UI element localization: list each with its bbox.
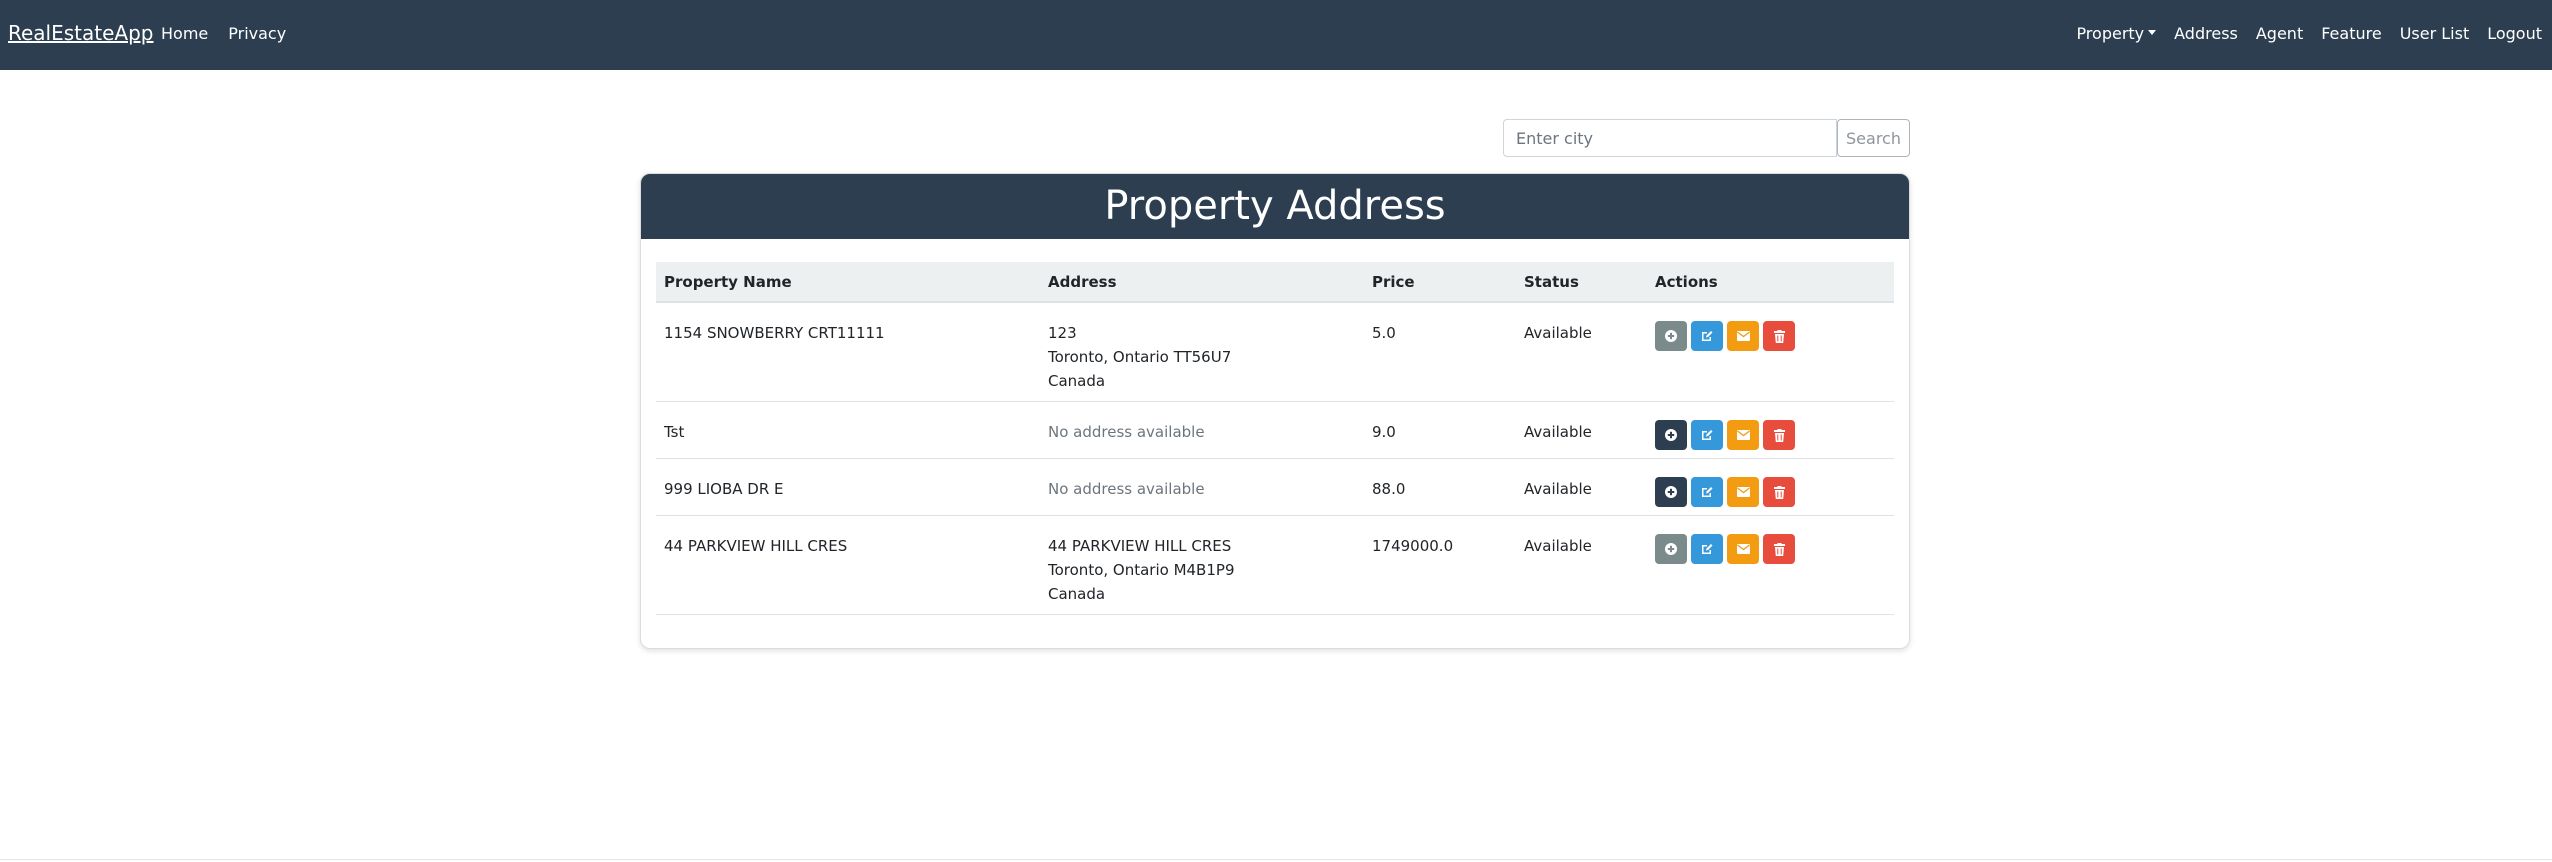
nav-user-list-link[interactable]: User List: [2400, 24, 2470, 43]
edit-button[interactable]: [1691, 477, 1723, 507]
status-cell: Available: [1516, 302, 1647, 402]
address-line: Toronto, Ontario M4B1P9: [1048, 561, 1235, 579]
actions-cell: [1647, 302, 1894, 402]
header-address: Address: [1040, 262, 1364, 303]
nav-right: Property Address Agent Feature User List…: [2076, 24, 2542, 43]
nav-property-dropdown[interactable]: Property: [2076, 24, 2157, 43]
edit-button[interactable]: [1691, 321, 1723, 351]
email-button[interactable]: [1727, 420, 1759, 450]
add-address-button[interactable]: [1655, 321, 1687, 351]
envelope-icon: [1736, 430, 1750, 440]
price-cell: 88.0: [1364, 458, 1516, 516]
table-row: Tst No address available 9.0 Available: [656, 401, 1894, 459]
email-button[interactable]: [1727, 534, 1759, 564]
status-cell: Available: [1516, 515, 1647, 615]
price-cell: 9.0: [1364, 401, 1516, 459]
address-line: 44 PARKVIEW HILL CRES: [1048, 537, 1232, 555]
trash-icon: [1773, 542, 1785, 556]
address-cell-empty: No address available: [1040, 458, 1364, 516]
table-row: 999 LIOBA DR E No address available 88.0…: [656, 458, 1894, 516]
price-cell: 5.0: [1364, 302, 1516, 402]
envelope-icon: [1736, 331, 1750, 341]
status-cell: Available: [1516, 458, 1647, 516]
nav-agent-link[interactable]: Agent: [2256, 24, 2303, 43]
envelope-icon: [1736, 487, 1750, 497]
address-cell: 123 Toronto, Ontario TT56U7 Canada: [1040, 302, 1364, 402]
actions-cell: [1647, 458, 1894, 516]
address-cell-empty: No address available: [1040, 401, 1364, 459]
property-name-cell: Tst: [656, 401, 1040, 459]
trash-icon: [1773, 428, 1785, 442]
property-name-cell: 999 LIOBA DR E: [656, 458, 1040, 516]
nav-privacy-link[interactable]: Privacy: [228, 24, 286, 43]
address-line: 123: [1048, 324, 1077, 342]
edit-icon: [1702, 331, 1713, 341]
status-cell: Available: [1516, 401, 1647, 459]
trash-icon: [1773, 329, 1785, 343]
email-button[interactable]: [1727, 321, 1759, 351]
edit-icon: [1702, 430, 1713, 440]
nav-left: Home Privacy: [161, 24, 286, 43]
header-price: Price: [1364, 262, 1516, 303]
nav-address-link[interactable]: Address: [2174, 24, 2238, 43]
caret-down-icon: [2148, 30, 2157, 35]
delete-button[interactable]: [1763, 420, 1795, 450]
table-header-row: Property Name Address Price Status Actio…: [656, 262, 1894, 303]
edit-button[interactable]: [1691, 534, 1723, 564]
add-address-button[interactable]: [1655, 534, 1687, 564]
actions-cell: [1647, 401, 1894, 459]
delete-button[interactable]: [1763, 477, 1795, 507]
address-cell: 44 PARKVIEW HILL CRES Toronto, Ontario M…: [1040, 515, 1364, 615]
top-navbar: RealEstateApp Home Privacy Property Addr…: [0, 0, 2552, 70]
nav-home-link[interactable]: Home: [161, 24, 208, 43]
table-row: 1154 SNOWBERRY CRT11111 123 Toronto, Ont…: [656, 302, 1894, 402]
plus-circle-icon: [1665, 543, 1677, 555]
card-title: Property Address: [641, 174, 1909, 239]
actions-cell: [1647, 515, 1894, 615]
property-address-card: Property Address Property Name Address P…: [640, 173, 1910, 649]
address-line: Canada: [1048, 372, 1106, 390]
property-table: Property Name Address Price Status Actio…: [656, 262, 1894, 615]
edit-icon: [1702, 544, 1713, 554]
property-name-cell: 1154 SNOWBERRY CRT11111: [656, 302, 1040, 402]
address-line: Toronto, Ontario TT56U7: [1048, 348, 1232, 366]
property-name-cell: 44 PARKVIEW HILL CRES: [656, 515, 1040, 615]
address-line: Canada: [1048, 585, 1106, 603]
nav-property-label: Property: [2076, 24, 2145, 43]
table-row: 44 PARKVIEW HILL CRES 44 PARKVIEW HILL C…: [656, 515, 1894, 615]
plus-circle-icon: [1665, 486, 1677, 498]
delete-button[interactable]: [1763, 534, 1795, 564]
footer-divider: [0, 859, 2552, 860]
header-property-name: Property Name: [656, 262, 1040, 303]
email-button[interactable]: [1727, 477, 1759, 507]
nav-feature-link[interactable]: Feature: [2321, 24, 2381, 43]
envelope-icon: [1736, 544, 1750, 554]
header-actions: Actions: [1647, 262, 1894, 303]
plus-circle-icon: [1665, 330, 1677, 342]
header-status: Status: [1516, 262, 1647, 303]
trash-icon: [1773, 485, 1785, 499]
brand-link[interactable]: RealEstateApp: [8, 21, 154, 45]
city-search-input[interactable]: [1503, 119, 1837, 157]
add-address-button[interactable]: [1655, 420, 1687, 450]
search-button[interactable]: Search: [1837, 119, 1910, 157]
edit-button[interactable]: [1691, 420, 1723, 450]
add-address-button[interactable]: [1655, 477, 1687, 507]
delete-button[interactable]: [1763, 321, 1795, 351]
nav-logout-link[interactable]: Logout: [2487, 24, 2542, 43]
edit-icon: [1702, 487, 1713, 497]
plus-circle-icon: [1665, 429, 1677, 441]
price-cell: 1749000.0: [1364, 515, 1516, 615]
